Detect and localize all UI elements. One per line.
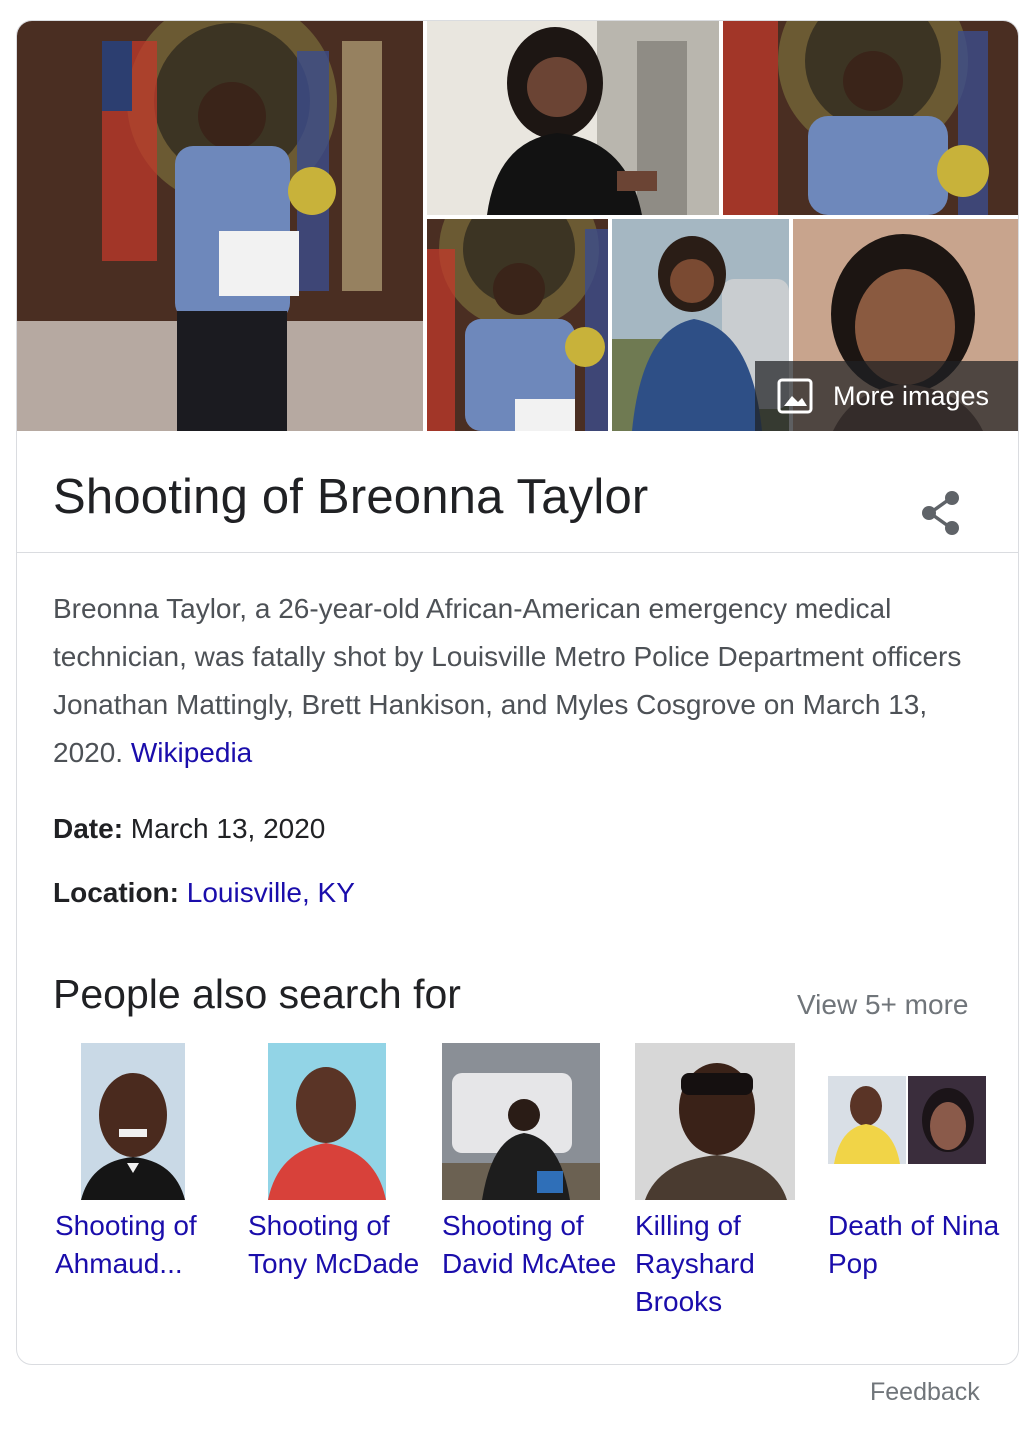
image-icon (777, 378, 813, 414)
knowledge-panel: More images Shooting of Breonna Taylor B… (16, 20, 1019, 1365)
collage-image[interactable] (427, 21, 719, 215)
collage-image[interactable] (17, 21, 423, 431)
entity-title: Shooting of Breonna Taylor (53, 470, 649, 524)
related-entity-label: Shooting of David McAtee (442, 1210, 617, 1279)
title-row: Shooting of Breonna Taylor (17, 431, 1018, 553)
fact-location: Location: Louisville, KY (53, 877, 355, 909)
share-icon[interactable] (919, 489, 963, 537)
related-entity-label: Killing of Rayshard Brooks (635, 1210, 755, 1317)
related-entity-label: Shooting of Tony McDade (248, 1210, 420, 1279)
related-entity-photo (81, 1043, 185, 1200)
collage-image[interactable] (723, 21, 1018, 215)
related-entity-label: Shooting of Ahmaud... (55, 1210, 197, 1279)
related-entity-photo (828, 1076, 986, 1164)
more-images-label: More images (833, 380, 990, 411)
collage-image[interactable] (427, 219, 608, 431)
more-images-button[interactable]: More images (755, 361, 1018, 431)
related-entity-photo (268, 1043, 386, 1200)
people-also-search-heading: People also search for (53, 971, 461, 1017)
related-entity-label: Death of Nina Pop (828, 1210, 1000, 1279)
image-collage: More images (17, 21, 1018, 431)
related-entity-photo (635, 1043, 795, 1200)
related-entity-photo (442, 1043, 600, 1200)
date-label: Date: (53, 813, 124, 844)
location-link[interactable]: Louisville, KY (187, 877, 355, 908)
fact-date: Date: March 13, 2020 (53, 813, 325, 845)
view-more-link[interactable]: View 5+ more (797, 989, 968, 1021)
location-label: Location: (53, 877, 179, 908)
description: Breonna Taylor, a 26-year-old African-Am… (53, 585, 993, 777)
feedback-link[interactable]: Feedback (870, 1378, 980, 1407)
wikipedia-link[interactable]: Wikipedia (131, 737, 252, 768)
date-value: March 13, 2020 (123, 813, 326, 844)
